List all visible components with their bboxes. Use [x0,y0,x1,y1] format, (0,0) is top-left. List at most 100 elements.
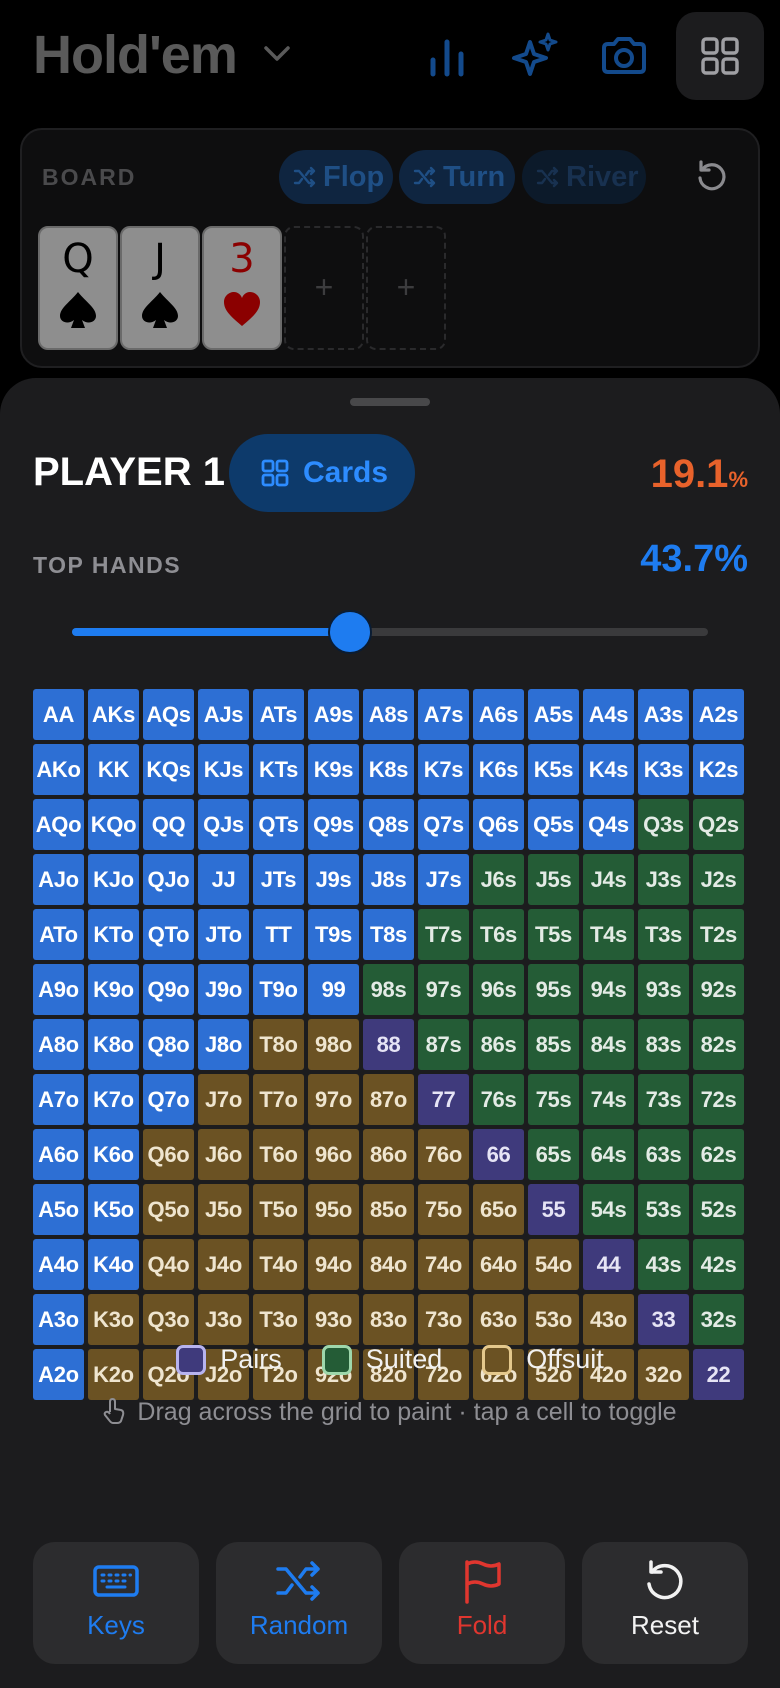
hand-cell[interactable]: 75s [528,1074,579,1125]
hand-cell[interactable]: K4s [583,744,634,795]
hand-cell[interactable]: 53o [528,1294,579,1345]
hand-cell[interactable]: T6o [253,1129,304,1180]
hand-cell[interactable]: K4o [88,1239,139,1290]
board-card-1[interactable]: Q [38,226,118,350]
hand-cell[interactable]: Q3o [143,1294,194,1345]
hand-cell[interactable]: T9o [253,964,304,1015]
hand-cell[interactable]: Q3s [638,799,689,850]
hand-cell[interactable]: 95s [528,964,579,1015]
hand-cell[interactable]: Q8o [143,1019,194,1070]
hand-cell[interactable]: 76o [418,1129,469,1180]
hand-cell[interactable]: T9s [308,909,359,960]
hand-cell[interactable]: 87s [418,1019,469,1070]
hand-cell[interactable]: 76s [473,1074,524,1125]
hand-cell[interactable]: QTo [143,909,194,960]
reset-button[interactable]: Reset [582,1542,748,1664]
hand-cell[interactable]: 62s [693,1129,744,1180]
hand-cell[interactable]: KK [88,744,139,795]
hand-cell[interactable]: AA [33,689,84,740]
hand-cell[interactable]: 86o [363,1129,414,1180]
hand-cell[interactable]: T8s [363,909,414,960]
keys-button[interactable]: Keys [33,1542,199,1664]
flop-button[interactable]: Flop [279,150,393,204]
bar-chart-icon[interactable] [421,30,473,82]
hand-cell[interactable]: T5s [528,909,579,960]
hand-cell[interactable]: 85s [528,1019,579,1070]
hand-cell[interactable]: TT [253,909,304,960]
hand-cell[interactable]: J7s [418,854,469,905]
hand-cell[interactable]: T8o [253,1019,304,1070]
hand-cell[interactable]: ATs [253,689,304,740]
hand-cell[interactable]: K9s [308,744,359,795]
hand-cell[interactable]: 63s [638,1129,689,1180]
hand-cell[interactable]: J2s [693,854,744,905]
hand-cell[interactable]: 64o [473,1239,524,1290]
hand-cell[interactable]: A7o [33,1074,84,1125]
hand-cell[interactable]: AKs [88,689,139,740]
hand-cell[interactable]: 99 [308,964,359,1015]
hand-cell[interactable]: Q2s [693,799,744,850]
hand-cell[interactable]: 53s [638,1184,689,1235]
random-button[interactable]: Random [216,1542,382,1664]
hand-cell[interactable]: 65o [473,1184,524,1235]
hand-cell[interactable]: 82s [693,1019,744,1070]
hand-cell[interactable]: Q5o [143,1184,194,1235]
hand-cell[interactable]: JTs [253,854,304,905]
board-card-2[interactable]: J [120,226,200,350]
hand-cell[interactable]: 63o [473,1294,524,1345]
hand-cell[interactable]: A4s [583,689,634,740]
hand-cell[interactable]: J6s [473,854,524,905]
hand-cell[interactable]: T5o [253,1184,304,1235]
hand-cell[interactable]: 83s [638,1019,689,1070]
hand-cell[interactable]: 97s [418,964,469,1015]
board-card-3[interactable]: 3 [202,226,282,350]
hand-cell[interactable]: 98o [308,1019,359,1070]
hand-cell[interactable]: 84o [363,1239,414,1290]
hand-cell[interactable]: 77 [418,1074,469,1125]
hand-cell[interactable]: 43s [638,1239,689,1290]
hand-cell[interactable]: 55 [528,1184,579,1235]
hand-cell[interactable]: 96o [308,1129,359,1180]
hand-cell[interactable]: 86s [473,1019,524,1070]
fold-button[interactable]: Fold [399,1542,565,1664]
hand-cell[interactable]: J8s [363,854,414,905]
hand-cell[interactable]: Q6s [473,799,524,850]
hand-cell[interactable]: 54s [583,1184,634,1235]
hand-cell[interactable]: Q5s [528,799,579,850]
hand-cell[interactable]: T6s [473,909,524,960]
hand-cell[interactable]: 87o [363,1074,414,1125]
drag-handle[interactable] [350,398,430,406]
hand-cell[interactable]: T7o [253,1074,304,1125]
sparkles-icon[interactable] [510,30,562,82]
hand-cell[interactable]: J6o [198,1129,249,1180]
hand-cell[interactable]: AJo [33,854,84,905]
hand-cell[interactable]: K3s [638,744,689,795]
hand-cell[interactable]: A8o [33,1019,84,1070]
hand-cell[interactable]: K7s [418,744,469,795]
river-button[interactable]: River [522,150,646,204]
hand-cell[interactable]: Q7o [143,1074,194,1125]
hand-cell[interactable]: A5s [528,689,579,740]
hand-cell[interactable]: T2s [693,909,744,960]
hand-cell[interactable]: 93o [308,1294,359,1345]
game-title[interactable]: Hold'em [33,24,238,86]
hand-cell[interactable]: 65s [528,1129,579,1180]
hand-cell[interactable]: 44 [583,1239,634,1290]
hand-cell[interactable]: 93s [638,964,689,1015]
hand-cell[interactable]: 52s [693,1184,744,1235]
hand-cell[interactable]: Q6o [143,1129,194,1180]
hand-cell[interactable]: 66 [473,1129,524,1180]
hand-cell[interactable]: A9o [33,964,84,1015]
hand-cell[interactable]: 42s [693,1239,744,1290]
hand-cell[interactable]: A7s [418,689,469,740]
hand-cell[interactable]: KJo [88,854,139,905]
range-slider-thumb[interactable] [327,610,372,654]
hand-cell[interactable]: KTs [253,744,304,795]
hand-cell[interactable]: J4o [198,1239,249,1290]
hand-cell[interactable]: J8o [198,1019,249,1070]
hand-cell[interactable]: Q8s [363,799,414,850]
hand-cell[interactable]: 96s [473,964,524,1015]
hand-cell[interactable]: AKo [33,744,84,795]
hand-cell[interactable]: JJ [198,854,249,905]
hand-cell[interactable]: 74o [418,1239,469,1290]
